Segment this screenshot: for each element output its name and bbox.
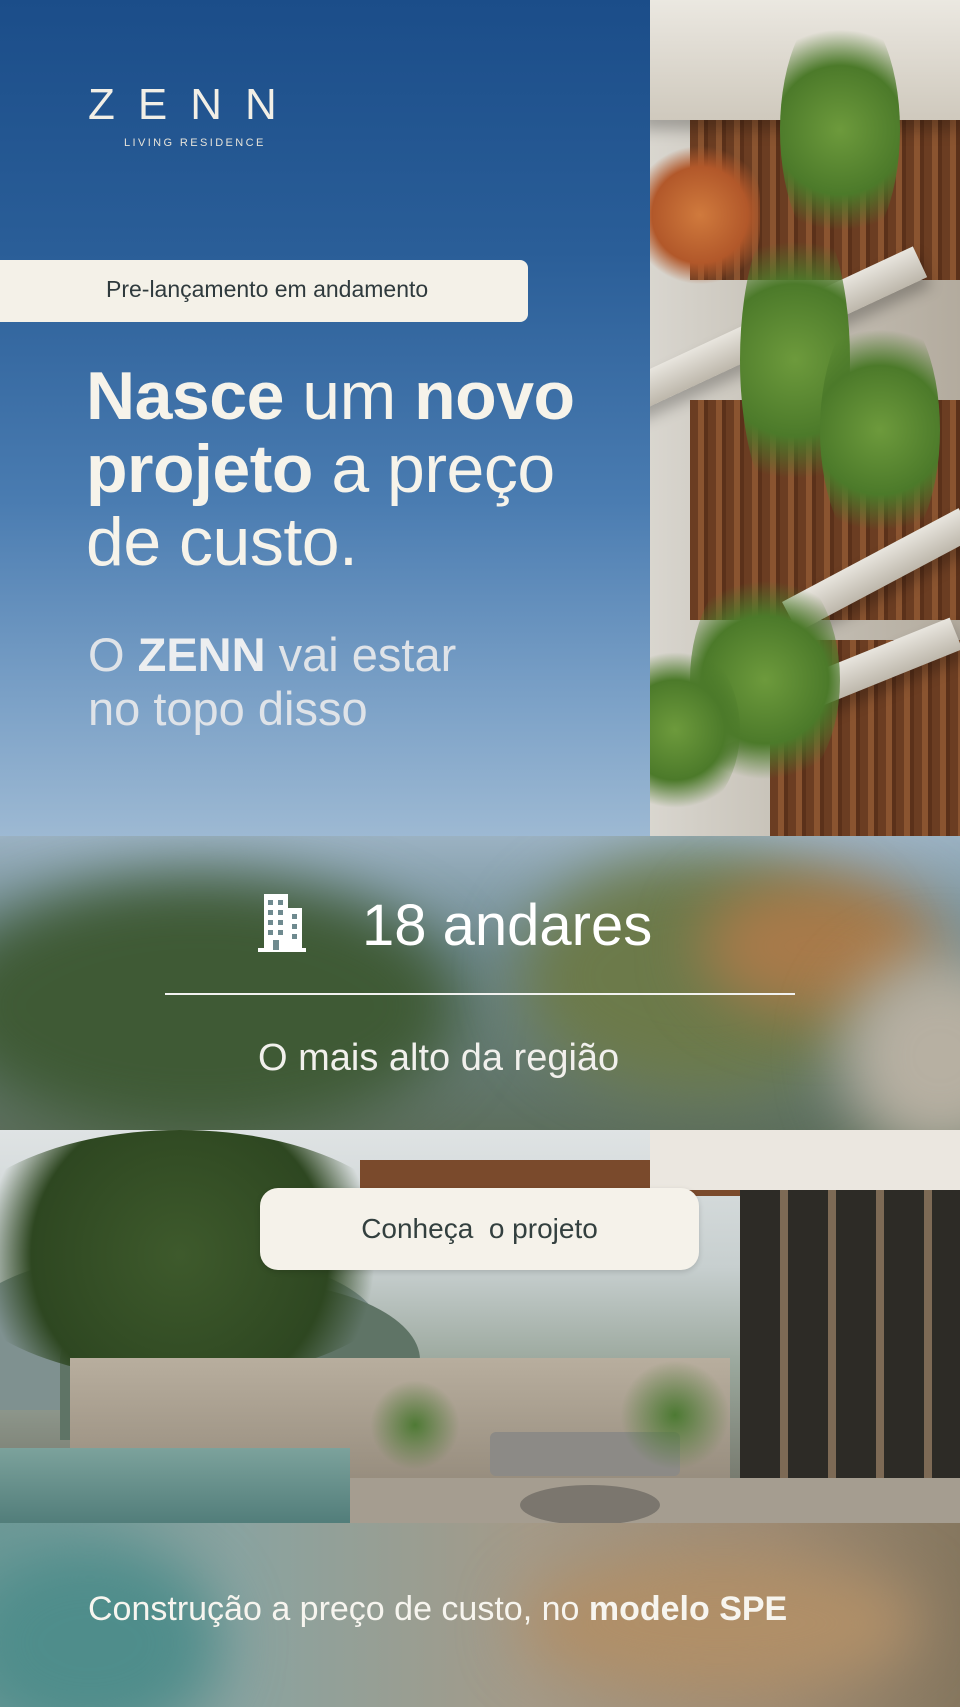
- building-icon: [258, 894, 306, 952]
- logo-tagline: LIVING RESIDENCE: [124, 137, 266, 149]
- potted-plant: [620, 1360, 730, 1470]
- footer-text: Construção a preço de custo, no modelo S…: [88, 1590, 787, 1629]
- fire-pit: [520, 1485, 660, 1523]
- autumn-foliage: [650, 140, 760, 290]
- cta-button-label: Conheça o projeto: [361, 1213, 598, 1244]
- divider: [165, 993, 795, 995]
- footer-text-bold: modelo SPE: [588, 1590, 788, 1628]
- headline-word: a preço: [312, 431, 555, 507]
- potted-plant: [370, 1380, 460, 1470]
- glass-doors: [740, 1190, 960, 1480]
- headline-word: um: [283, 358, 415, 434]
- building-facade-image: [650, 0, 960, 836]
- stat-value: 18 andares: [362, 893, 653, 958]
- headline-word: de custo.: [86, 504, 358, 580]
- pool: [0, 1448, 350, 1523]
- headline-word: projeto: [86, 431, 313, 507]
- stat-section: [0, 836, 960, 1130]
- subheadline-text: no topo disso: [88, 682, 368, 735]
- roof-slab: [650, 1130, 960, 1190]
- subheadline-brand: ZENN: [137, 628, 266, 681]
- status-badge: Pre-lançamento em andamento: [0, 260, 528, 322]
- footer-text-regular: Construção a preço de custo, no: [88, 1590, 589, 1628]
- logo-wordmark: ZENN: [88, 80, 300, 129]
- vine: [820, 300, 940, 560]
- headline-word: novo: [414, 358, 575, 434]
- subheadline-text: vai estar: [265, 628, 457, 681]
- subheadline: O ZENN vai estar no topo disso: [88, 628, 648, 736]
- headline: Nasce um novo projeto a preço de custo.: [86, 360, 646, 579]
- hero-section: ZENN LIVING RESIDENCE Pre-lançamento em …: [0, 0, 960, 836]
- cta-button[interactable]: Conheça o projeto: [260, 1188, 699, 1270]
- stat-caption: O mais alto da região: [258, 1037, 620, 1079]
- headline-word: Nasce: [86, 358, 284, 434]
- subheadline-text: O: [88, 628, 138, 681]
- status-badge-label: Pre-lançamento em andamento: [106, 276, 429, 302]
